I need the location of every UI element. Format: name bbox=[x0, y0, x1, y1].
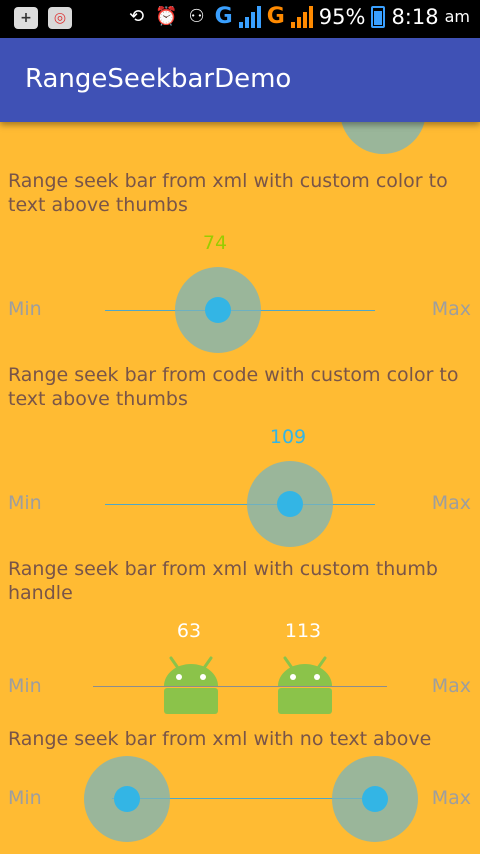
android-thumb-icon[interactable] bbox=[162, 656, 220, 714]
section-3-description: Range seek bar from xml with custom thum… bbox=[8, 558, 438, 604]
network-type-2: G bbox=[266, 4, 285, 29]
app-title: RangeSeekbarDemo bbox=[25, 64, 292, 94]
section-4-thumb-max[interactable] bbox=[362, 786, 388, 812]
clock-ampm: am bbox=[444, 7, 470, 26]
section-3-track[interactable] bbox=[93, 686, 387, 687]
status-bar: + ◎ ⟲ ⏰ ⚇ G G 95% 8:18 am bbox=[0, 0, 480, 38]
battery-icon bbox=[371, 5, 386, 28]
app-bar: RangeSeekbarDemo bbox=[0, 38, 480, 122]
clock: 8:18 bbox=[391, 4, 439, 29]
section-2-min-label: Min bbox=[8, 492, 42, 514]
section-4-max-label: Max bbox=[431, 787, 471, 809]
signal-2-icon bbox=[290, 5, 313, 28]
section-1-max-label: Max bbox=[431, 298, 471, 320]
android-thumb-icon[interactable] bbox=[276, 656, 334, 714]
section-2-track[interactable] bbox=[105, 504, 375, 505]
app-notification-icon: ◎ bbox=[48, 7, 72, 29]
section-1-thumb-value: 74 bbox=[202, 232, 228, 254]
section-2-thumb-value: 109 bbox=[269, 426, 307, 448]
section-3-max-label: Max bbox=[431, 675, 471, 697]
usb-icon: ⚇ bbox=[188, 6, 205, 27]
section-4-thumb-min[interactable] bbox=[114, 786, 140, 812]
section-1-min-label: Min bbox=[8, 298, 42, 320]
section-2-thumb[interactable] bbox=[277, 491, 303, 517]
section-4-description: Range seek bar from xml with no text abo… bbox=[8, 728, 432, 750]
section-3-thumb-max-value: 113 bbox=[284, 620, 322, 642]
battery-percent: 95% bbox=[318, 4, 366, 29]
section-3-thumb-min-value: 63 bbox=[176, 620, 202, 642]
add-notification-icon: + bbox=[14, 7, 38, 29]
rotate-icon: ⟲ bbox=[129, 6, 145, 27]
section-1-description: Range seek bar from xml with custom colo… bbox=[8, 170, 448, 216]
alarm-icon: ⏰ bbox=[155, 6, 178, 27]
section-2-description: Range seek bar from code with custom col… bbox=[8, 364, 459, 410]
section-4-min-label: Min bbox=[8, 787, 42, 809]
signal-1-icon bbox=[238, 5, 261, 28]
section-2-max-label: Max bbox=[431, 492, 471, 514]
section-3-min-label: Min bbox=[8, 675, 42, 697]
network-type-1: G bbox=[214, 4, 233, 29]
section-1-thumb[interactable] bbox=[205, 297, 231, 323]
